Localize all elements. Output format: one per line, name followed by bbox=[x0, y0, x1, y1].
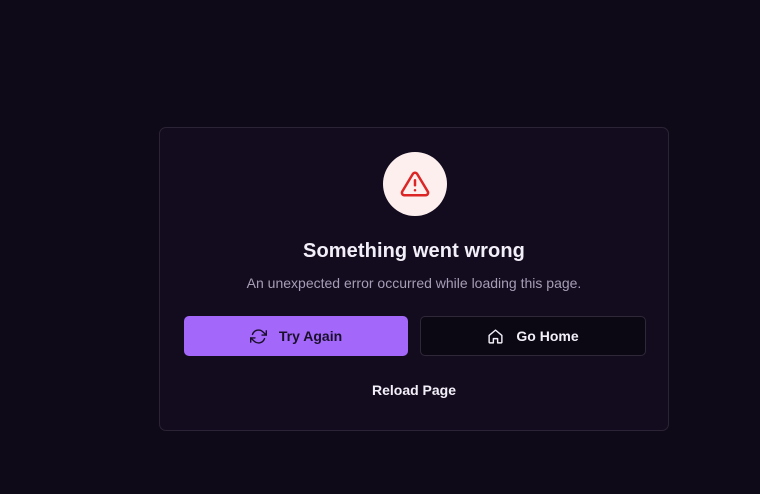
error-message: An unexpected error occurred while loadi… bbox=[246, 275, 582, 291]
warning-triangle-icon bbox=[400, 171, 430, 197]
refresh-icon bbox=[249, 328, 267, 344]
try-again-button[interactable]: Try Again bbox=[184, 316, 408, 356]
error-page: Something went wrong An unexpected error… bbox=[0, 0, 760, 494]
warning-icon-badge bbox=[383, 152, 447, 216]
error-card: Something went wrong An unexpected error… bbox=[159, 127, 669, 431]
reload-page-link[interactable]: Reload Page bbox=[160, 382, 668, 398]
home-icon bbox=[488, 328, 503, 344]
error-title: Something went wrong bbox=[303, 240, 525, 262]
go-home-button[interactable]: Go Home bbox=[420, 316, 646, 356]
try-again-label: Try Again bbox=[278, 328, 343, 344]
go-home-label: Go Home bbox=[516, 328, 579, 344]
